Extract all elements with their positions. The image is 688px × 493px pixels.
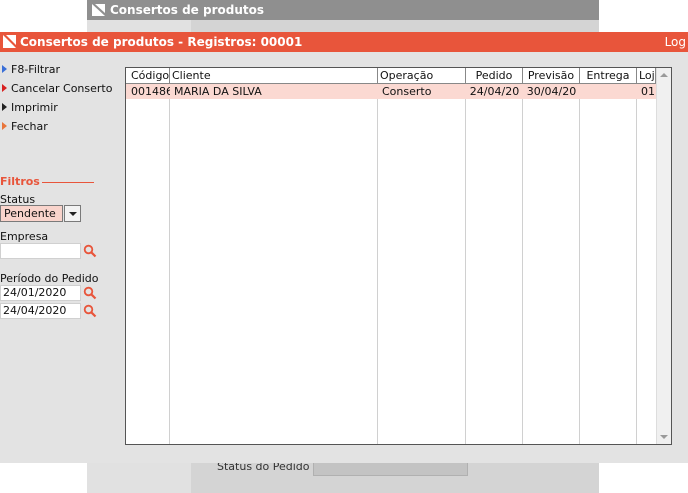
- vertical-scrollbar[interactable]: [656, 68, 671, 444]
- cancel-conserto-action[interactable]: Cancelar Conserto: [2, 81, 112, 97]
- orange-triangle-icon: [2, 122, 7, 130]
- blue-triangle-icon: [2, 65, 7, 73]
- black-triangle-icon: [2, 103, 7, 111]
- empresa-label: Empresa: [0, 230, 49, 243]
- column-divider: [636, 84, 637, 444]
- filter-action-label: F8-Filtrar: [11, 63, 61, 76]
- close-action[interactable]: Fechar: [2, 119, 48, 135]
- print-action-label: Imprimir: [11, 101, 58, 114]
- search-icon[interactable]: [83, 286, 97, 300]
- cell-codigo: 001486: [131, 85, 170, 98]
- column-header-loja[interactable]: Loja: [637, 68, 656, 84]
- log-link[interactable]: Log: [665, 32, 686, 52]
- window-titlebar[interactable]: Consertos de produtos - Registros: 00001…: [0, 32, 688, 52]
- cell-entrega: [580, 84, 637, 99]
- window-title: Consertos de produtos - Registros: 00001: [20, 35, 303, 49]
- close-action-label: Fechar: [11, 120, 48, 133]
- column-divider: [522, 84, 523, 444]
- search-icon[interactable]: [83, 304, 97, 318]
- grid-header: Código Cliente Operação Pedido Previsão …: [126, 68, 671, 84]
- filters-heading: Filtros: [0, 175, 42, 188]
- background-status-field[interactable]: [313, 461, 468, 476]
- table-row[interactable]: 001486 MARIA DA SILVA Conserto 24/04/20 …: [126, 84, 656, 99]
- scroll-up-icon[interactable]: [660, 73, 668, 77]
- column-header-pedido[interactable]: Pedido: [466, 68, 523, 84]
- status-select-value: Pendente: [0, 205, 63, 222]
- cell-operacao: Conserto: [382, 85, 432, 98]
- column-divider: [579, 84, 580, 444]
- column-divider: [169, 84, 170, 444]
- consertos-window: Consertos de produtos - Registros: 00001…: [0, 32, 688, 463]
- search-icon[interactable]: [83, 244, 97, 258]
- app-logo-icon: [3, 35, 16, 48]
- red-triangle-icon: [2, 84, 7, 92]
- column-header-cliente[interactable]: Cliente: [170, 68, 378, 84]
- filters-header: Filtros: [0, 175, 94, 189]
- consertos-grid[interactable]: Código Cliente Operação Pedido Previsão …: [125, 67, 672, 445]
- chevron-down-icon[interactable]: [64, 205, 81, 222]
- periodo-end-input[interactable]: 24/04/2020: [0, 303, 81, 319]
- scroll-down-icon[interactable]: [660, 435, 668, 439]
- column-header-operacao[interactable]: Operação: [378, 68, 466, 84]
- cancel-conserto-label: Cancelar Conserto: [11, 82, 113, 95]
- print-action[interactable]: Imprimir: [2, 100, 58, 116]
- filter-action[interactable]: F8-Filtrar: [2, 62, 60, 78]
- column-header-previsao[interactable]: Previsão: [523, 68, 580, 84]
- empresa-input[interactable]: [0, 243, 81, 259]
- periodo-start-input[interactable]: 24/01/2020: [0, 285, 81, 301]
- app-logo-icon: [92, 4, 105, 16]
- background-window-titlebar: Consertos de produtos: [87, 0, 599, 20]
- column-divider: [377, 84, 378, 444]
- status-select[interactable]: Pendente: [0, 205, 81, 222]
- cell-loja: 01: [641, 85, 655, 98]
- cell-cliente: MARIA DA SILVA: [174, 85, 262, 98]
- periodo-label: Período do Pedido: [0, 272, 99, 285]
- column-header-codigo[interactable]: Código: [126, 68, 170, 84]
- side-panel: F8-Filtrar Cancelar Conserto Imprimir Fe…: [0, 52, 112, 463]
- cell-pedido: 24/04/20: [469, 85, 520, 98]
- column-divider: [465, 84, 466, 444]
- background-window-title: Consertos de produtos: [110, 3, 265, 17]
- cell-previsao: 30/04/20: [526, 85, 577, 98]
- column-header-entrega[interactable]: Entrega: [580, 68, 637, 84]
